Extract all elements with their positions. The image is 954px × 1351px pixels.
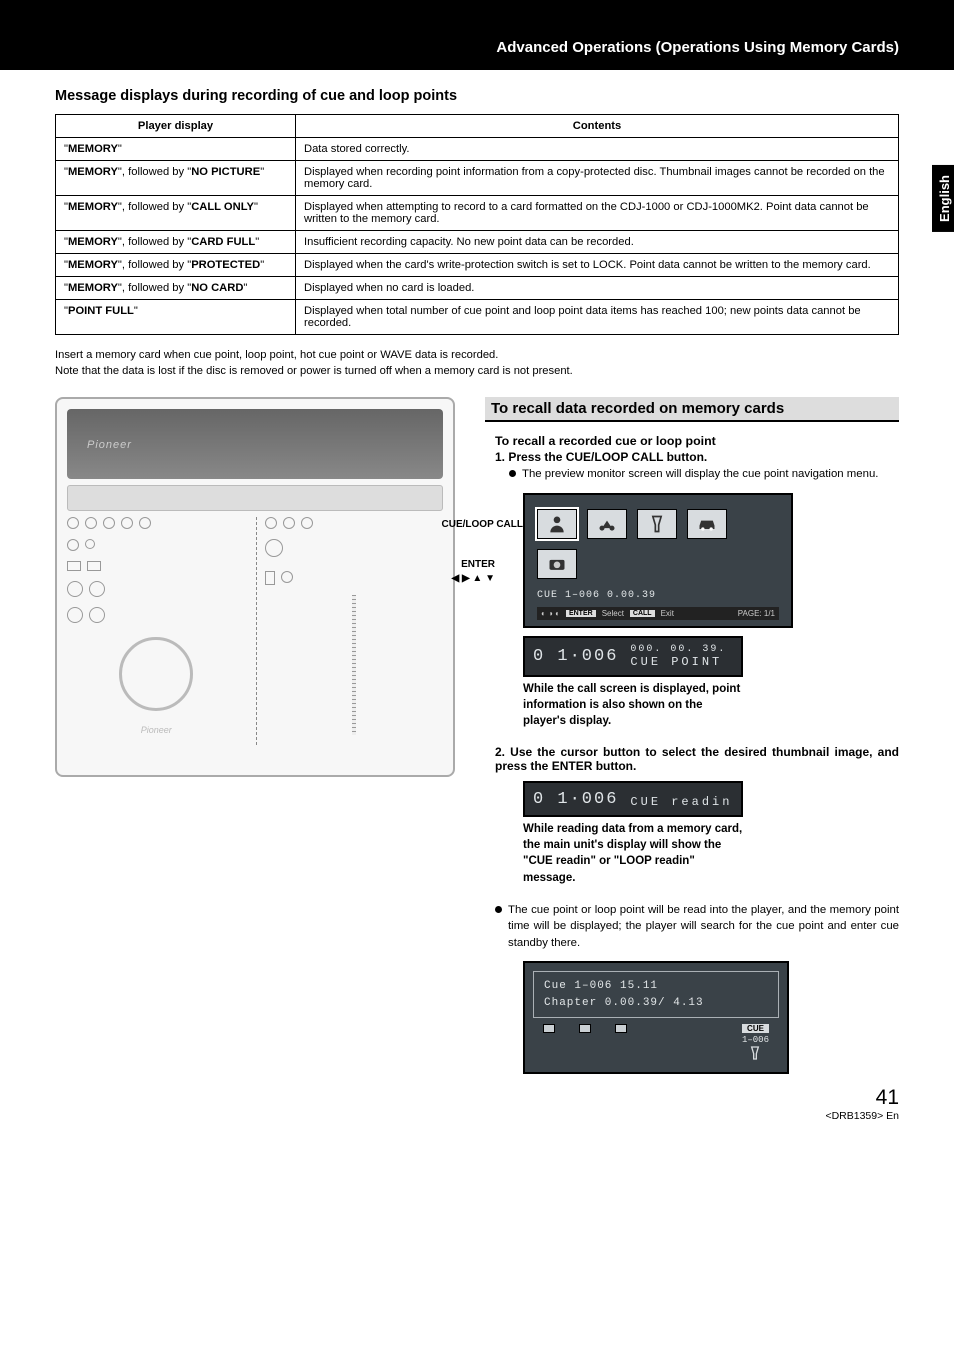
cell-display: "MEMORY", followed by "NO PICTURE" bbox=[56, 161, 296, 196]
page-label: PAGE: 1/1 bbox=[738, 609, 775, 618]
cell-display: "POINT FULL" bbox=[56, 300, 296, 335]
s2-line1: Cue 1–006 15.11 bbox=[544, 978, 768, 995]
cell-display: "MEMORY", followed by "PROTECTED" bbox=[56, 254, 296, 277]
cell-display: "MEMORY", followed by "NO CARD" bbox=[56, 277, 296, 300]
cell-contents: Displayed when recording point informati… bbox=[296, 161, 899, 196]
instructions-column: To recall data recorded on memory cards … bbox=[485, 397, 899, 1074]
lcd1-right-bot: CUE POINT bbox=[630, 655, 726, 669]
call-label: CALL bbox=[630, 610, 655, 617]
thumb-camera bbox=[537, 549, 577, 579]
section-title: Message displays during recording of cue… bbox=[55, 88, 899, 104]
sub-heading: To recall a recorded cue or loop point bbox=[495, 434, 899, 448]
preview-screen-2: Cue 1–006 15.11 Chapter 0.00.39/ 4.13 CU… bbox=[523, 961, 789, 1074]
thumb-car bbox=[687, 509, 727, 539]
cell-contents: Data stored correctly. bbox=[296, 138, 899, 161]
thumb-glass bbox=[637, 509, 677, 539]
cell-contents: Displayed when total number of cue point… bbox=[296, 300, 899, 335]
glass-icon bbox=[745, 1045, 765, 1061]
enter-label: ENTER bbox=[566, 610, 596, 617]
lcd-display-2: 0 1·006 CUE readin bbox=[523, 781, 743, 817]
bullet-icon bbox=[509, 470, 516, 477]
header-bar: Advanced Operations (Operations Using Me… bbox=[0, 0, 954, 70]
lcd2-left: 0 1·006 bbox=[533, 790, 618, 809]
pioneer-logo: Pioneer bbox=[87, 439, 132, 451]
thumb-person bbox=[537, 509, 577, 539]
callout-enter: ENTER bbox=[461, 559, 495, 571]
caption-2: While reading data from a memory card, t… bbox=[523, 821, 743, 885]
message-table: Player display Contents "MEMORY"Data sto… bbox=[55, 114, 899, 335]
page-body: English Message displays during recordin… bbox=[0, 70, 954, 1142]
cue-tag: CUE bbox=[742, 1024, 769, 1033]
lcd1-right-top: 000. 00. 39. bbox=[630, 644, 726, 655]
cell-contents: Displayed when attempting to record to a… bbox=[296, 196, 899, 231]
note-line-1: Insert a memory card when cue point, loo… bbox=[55, 347, 899, 363]
doc-id: <DRB1359> En bbox=[55, 1110, 899, 1122]
device-column: Pioneer Pioneer bbox=[55, 397, 455, 1074]
cell-contents: Displayed when the card's write-protecti… bbox=[296, 254, 899, 277]
lcd2-right: CUE readin bbox=[630, 795, 732, 809]
select-label: Select bbox=[602, 609, 624, 618]
screen-info-line: CUE 1–006 0.00.39 bbox=[537, 589, 779, 603]
th-contents: Contents bbox=[296, 115, 899, 138]
header-title: Advanced Operations (Operations Using Me… bbox=[496, 39, 899, 56]
callout-cueloop: CUE/LOOP CALL bbox=[442, 519, 523, 531]
cell-contents: Displayed when no card is loaded. bbox=[296, 277, 899, 300]
cell-display: "MEMORY" bbox=[56, 138, 296, 161]
cell-contents: Insufficient recording capacity. No new … bbox=[296, 231, 899, 254]
cell-display: "MEMORY", followed by "CALL ONLY" bbox=[56, 196, 296, 231]
step-1-head: 1. Press the CUE/LOOP CALL button. bbox=[495, 450, 899, 464]
caption-1: While the call screen is displayed, poin… bbox=[523, 681, 743, 729]
cell-display: "MEMORY", followed by "CARD FULL" bbox=[56, 231, 296, 254]
preview-screen-1: CUE 1–006 0.00.39 ◐ ◑ ◐ ENTER Select CAL… bbox=[523, 493, 793, 628]
recall-heading: To recall data recorded on memory cards bbox=[485, 397, 899, 422]
device-diagram: Pioneer Pioneer bbox=[55, 397, 455, 777]
lcd1-left: 0 1·006 bbox=[533, 647, 618, 666]
exit-label: Exit bbox=[661, 609, 674, 618]
post-text: The cue point or loop point will be read… bbox=[508, 902, 899, 952]
page-number: 41 bbox=[55, 1086, 899, 1110]
step-2-head: 2. Use the cursor button to select the d… bbox=[495, 745, 899, 773]
lcd-display-1: 0 1·006 000. 00. 39. CUE POINT bbox=[523, 636, 743, 677]
cue-num: 1–006 bbox=[742, 1035, 769, 1045]
bullet-icon bbox=[495, 906, 502, 913]
language-tab: English bbox=[932, 165, 954, 232]
step-1-body: The preview monitor screen will display … bbox=[522, 466, 878, 483]
thumb-motorcycle bbox=[587, 509, 627, 539]
s2-line2: Chapter 0.00.39/ 4.13 bbox=[544, 995, 768, 1012]
brand-label: Pioneer bbox=[67, 725, 246, 735]
note-line-2: Note that the data is lost if the disc i… bbox=[55, 363, 899, 379]
th-display: Player display bbox=[56, 115, 296, 138]
callout-arrows: ◀ ▶ ▲ ▼ bbox=[451, 573, 495, 585]
